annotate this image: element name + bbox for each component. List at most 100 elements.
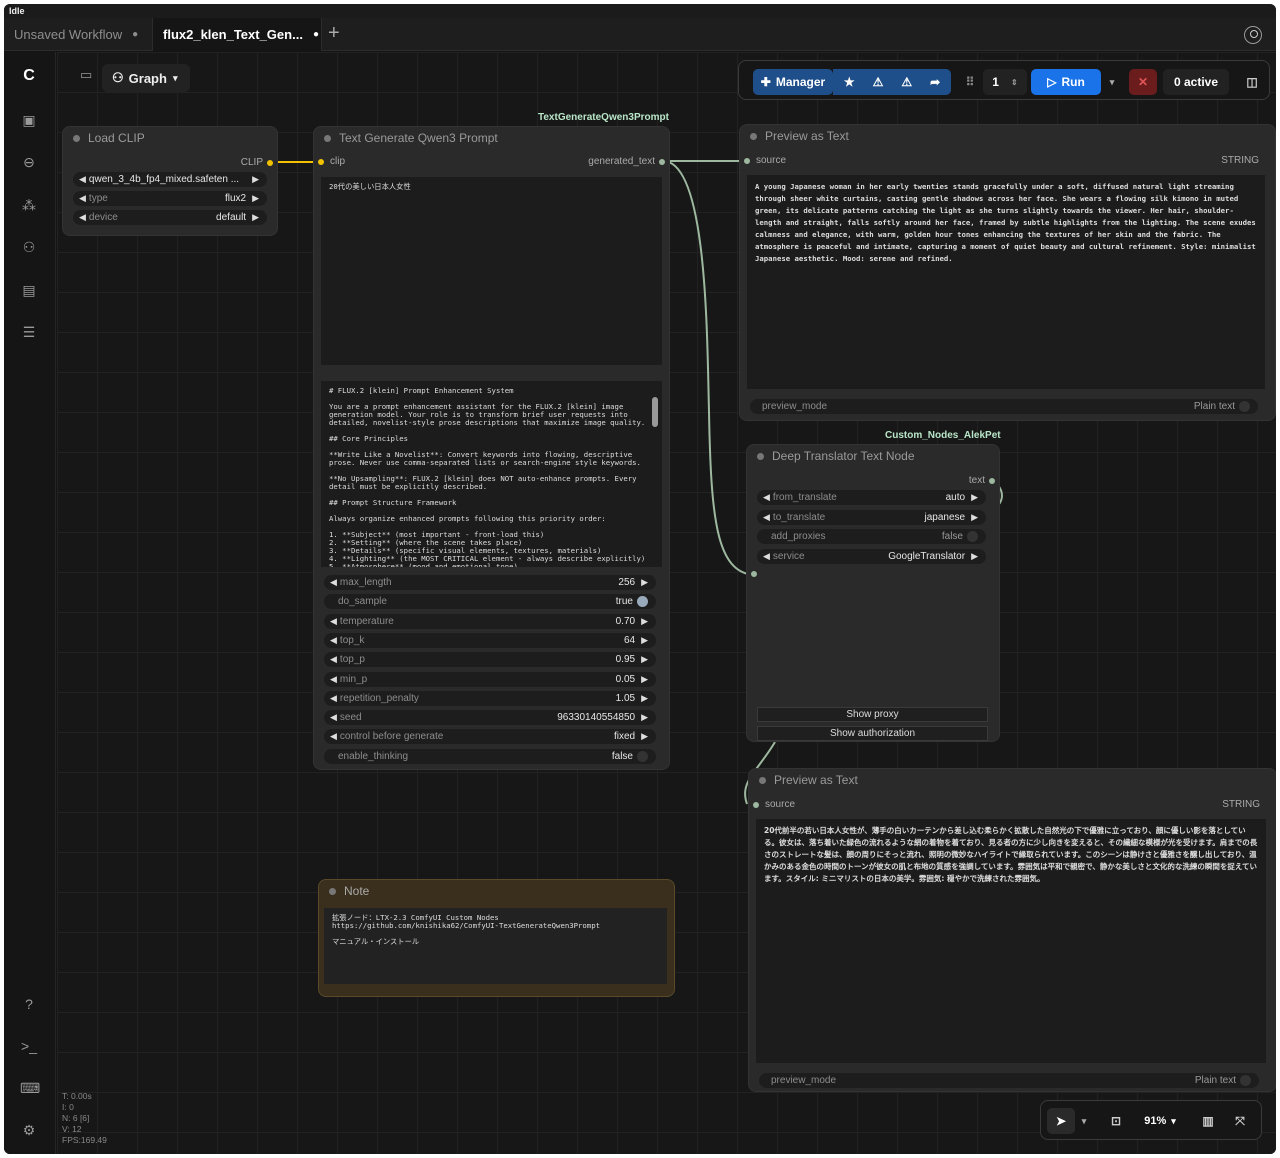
increment-icon[interactable]: ▶ bbox=[641, 674, 648, 685]
clip-name-widget[interactable]: ◀ qwen_3_4b_fp4_mixed.safeten ... ▶ bbox=[73, 172, 267, 187]
widget-top-p[interactable]: ◀ top_p 0.95 ▶ bbox=[324, 652, 656, 668]
decrement-icon[interactable]: ◀ bbox=[763, 512, 770, 523]
side-panel-icon[interactable]: ◫ bbox=[1241, 69, 1263, 95]
show-authorization-button[interactable]: Show authorization bbox=[757, 726, 988, 741]
tab-unsaved-workflow[interactable]: Unsaved Workflow ● bbox=[4, 18, 154, 51]
new-tab-button[interactable]: + bbox=[328, 22, 340, 45]
text-output-slot[interactable] bbox=[989, 478, 995, 484]
preview-text-area[interactable]: A young Japanese woman in her early twen… bbox=[747, 175, 1265, 389]
batch-count-input[interactable]: 1 ⇕ bbox=[983, 69, 1027, 95]
widget-control-before-generate[interactable]: ◀ control before generate fixed ▶ bbox=[324, 729, 656, 745]
clip-input-slot[interactable] bbox=[318, 159, 324, 165]
graph-canvas[interactable]: Load CLIP CLIP ◀ qwen_3_4b_fp4_mixed.safe… bbox=[57, 52, 1276, 1154]
share-icon[interactable]: ⚠ bbox=[873, 75, 884, 89]
decrement-icon[interactable]: ◀ bbox=[330, 674, 337, 685]
tab-flux2-workflow[interactable]: flux2_klen_Text_Gen... ● bbox=[152, 18, 322, 51]
link-visibility-icon[interactable]: ⤧ bbox=[1229, 1108, 1251, 1134]
terminal-icon[interactable]: >_ bbox=[20, 1038, 38, 1054]
increment-icon[interactable]: ▶ bbox=[641, 577, 648, 588]
generated-text-output-slot[interactable] bbox=[659, 159, 665, 165]
help-icon[interactable]: ? bbox=[20, 996, 38, 1012]
clip-output-slot[interactable] bbox=[267, 160, 273, 166]
show-proxy-button[interactable]: Show proxy bbox=[757, 707, 988, 722]
widget-do-sample[interactable]: do_sample true bbox=[324, 594, 656, 610]
deep-translator-node[interactable]: Deep Translator Text Node text ◀ from_tra… bbox=[747, 445, 999, 741]
widget-seed[interactable]: ◀ seed 96330140554850 ▶ bbox=[324, 710, 656, 726]
decrement-icon[interactable]: ◀ bbox=[330, 635, 337, 646]
system-prompt-textarea[interactable]: # FLUX.2 [klein] Prompt Enhancement Syst… bbox=[321, 381, 662, 567]
share2-icon[interactable]: ⚠ bbox=[901, 75, 912, 89]
preview-mode-widget[interactable]: preview_mode Plain text bbox=[750, 399, 1258, 414]
widget-max-length[interactable]: ◀ max_length 256 ▶ bbox=[324, 575, 656, 590]
stepper-icon[interactable]: ⇕ bbox=[1011, 78, 1018, 87]
increment-icon[interactable]: ▶ bbox=[971, 492, 978, 503]
keyboard-icon[interactable]: ⌨ bbox=[20, 1080, 40, 1096]
images-icon[interactable]: ▣ bbox=[20, 112, 38, 128]
decrement-icon[interactable]: ◀ bbox=[330, 693, 337, 704]
widget-top-k[interactable]: ◀ top_k 64 ▶ bbox=[324, 632, 656, 648]
collapse-dot-icon[interactable] bbox=[329, 887, 336, 895]
decrement-icon[interactable]: ◀ bbox=[330, 712, 337, 723]
decrement-icon[interactable]: ◀ bbox=[330, 577, 337, 588]
decrement-icon[interactable]: ◀ bbox=[330, 616, 337, 627]
arrow-icon[interactable]: ➦ bbox=[930, 75, 940, 89]
text-input-slot[interactable] bbox=[751, 571, 757, 577]
templates-icon[interactable]: ▤ bbox=[20, 282, 38, 298]
widget-repetition-penalty[interactable]: ◀ repetition_penalty 1.05 ▶ bbox=[324, 690, 656, 706]
decrement-icon[interactable]: ◀ bbox=[330, 654, 337, 665]
select-tool-icon[interactable]: ➤ bbox=[1047, 1108, 1075, 1134]
increment-icon[interactable]: ▶ bbox=[641, 635, 648, 646]
increment-icon[interactable]: ▶ bbox=[641, 693, 648, 704]
collapse-dot-icon[interactable] bbox=[757, 452, 764, 460]
source-input-slot[interactable] bbox=[744, 158, 750, 164]
increment-icon[interactable]: ▶ bbox=[641, 712, 648, 723]
fit-view-icon[interactable]: ⊡ bbox=[1105, 1108, 1127, 1134]
increment-icon[interactable]: ▶ bbox=[641, 616, 648, 627]
text-generate-qwen3-node[interactable]: Text Generate Qwen3 Prompt clip generate… bbox=[314, 127, 669, 769]
panel-toggle-icon[interactable]: ▭ bbox=[80, 67, 98, 83]
widget-to-translate[interactable]: ◀ to_translate japanese ▶ bbox=[757, 509, 986, 525]
drag-handle-icon[interactable]: ⠿ bbox=[963, 69, 977, 95]
tool-chevron-down-icon[interactable]: ▾ bbox=[1077, 1108, 1091, 1134]
system-prompt-scrollbar[interactable] bbox=[652, 397, 658, 427]
load-clip-node[interactable]: Load CLIP CLIP ◀ qwen_3_4b_fp4_mixed.safe… bbox=[63, 127, 277, 235]
source-input-slot[interactable] bbox=[753, 802, 759, 808]
run-options-chevron-icon[interactable]: ▾ bbox=[1103, 69, 1121, 95]
note-textarea[interactable]: 拡張ノード：LTX-2.3 ComfyUI Custom Nodes https… bbox=[324, 908, 667, 984]
workflows-icon[interactable]: ⚇ bbox=[20, 239, 38, 255]
collapse-dot-icon[interactable] bbox=[750, 132, 757, 140]
device-widget[interactable]: ◀ device default ▶ bbox=[73, 210, 267, 225]
settings-icon[interactable]: ⚙ bbox=[20, 1122, 38, 1138]
star-icon[interactable]: ★ bbox=[844, 75, 855, 89]
preview-as-text-node-2[interactable]: Preview as Text source STRING 20代前半の若い日本… bbox=[749, 769, 1276, 1091]
zoom-control[interactable]: 91% ▾ bbox=[1137, 1108, 1183, 1134]
minimap-icon[interactable]: ▥ bbox=[1197, 1108, 1219, 1134]
toggle-icon[interactable] bbox=[967, 531, 978, 542]
widget-from-translate[interactable]: ◀ from_translate auto ▶ bbox=[757, 490, 986, 505]
active-queue-button[interactable]: 0 active bbox=[1163, 69, 1229, 95]
preview-as-text-node-1[interactable]: Preview as Text source STRING A young Ja… bbox=[740, 125, 1275, 420]
decrement-icon[interactable]: ◀ bbox=[763, 492, 770, 503]
note-node[interactable]: Note 拡張ノード：LTX-2.3 ComfyUI Custom Nodes … bbox=[319, 880, 674, 996]
graph-button[interactable]: ⚇ Graph ▾ bbox=[102, 64, 190, 92]
type-widget[interactable]: ◀ type flux2 ▶ bbox=[73, 191, 267, 206]
increment-icon[interactable]: ▶ bbox=[641, 731, 648, 742]
widget-temperature[interactable]: ◀ temperature 0.70 ▶ bbox=[324, 613, 656, 629]
manager-button[interactable]: ✚ Manager bbox=[753, 69, 833, 95]
decrement-icon[interactable]: ◀ bbox=[330, 731, 337, 742]
widget-enable-thinking[interactable]: enable_thinking false bbox=[324, 748, 656, 764]
collapse-dot-icon[interactable] bbox=[73, 134, 80, 142]
collapse-dot-icon[interactable] bbox=[324, 134, 331, 142]
user-icon[interactable] bbox=[1244, 26, 1262, 44]
run-button[interactable]: ▷ Run bbox=[1031, 69, 1101, 95]
toggle-icon[interactable] bbox=[637, 596, 648, 608]
widget-service[interactable]: ◀ service GoogleTranslator ▶ bbox=[757, 548, 986, 564]
toggle-icon[interactable] bbox=[637, 750, 648, 762]
models-icon[interactable]: ⁂ bbox=[20, 197, 38, 213]
nodes-icon[interactable]: ⊖ bbox=[20, 154, 38, 170]
cancel-button[interactable]: ✕ bbox=[1129, 69, 1157, 95]
increment-icon[interactable]: ▶ bbox=[971, 512, 978, 523]
preview-text-area[interactable]: 20代前半の若い日本人女性が、薄手の白いカーテンから差し込む柔らかく拡散した自然… bbox=[756, 819, 1266, 1063]
increment-icon[interactable]: ▶ bbox=[641, 654, 648, 665]
decrement-icon[interactable]: ◀ bbox=[763, 551, 770, 562]
